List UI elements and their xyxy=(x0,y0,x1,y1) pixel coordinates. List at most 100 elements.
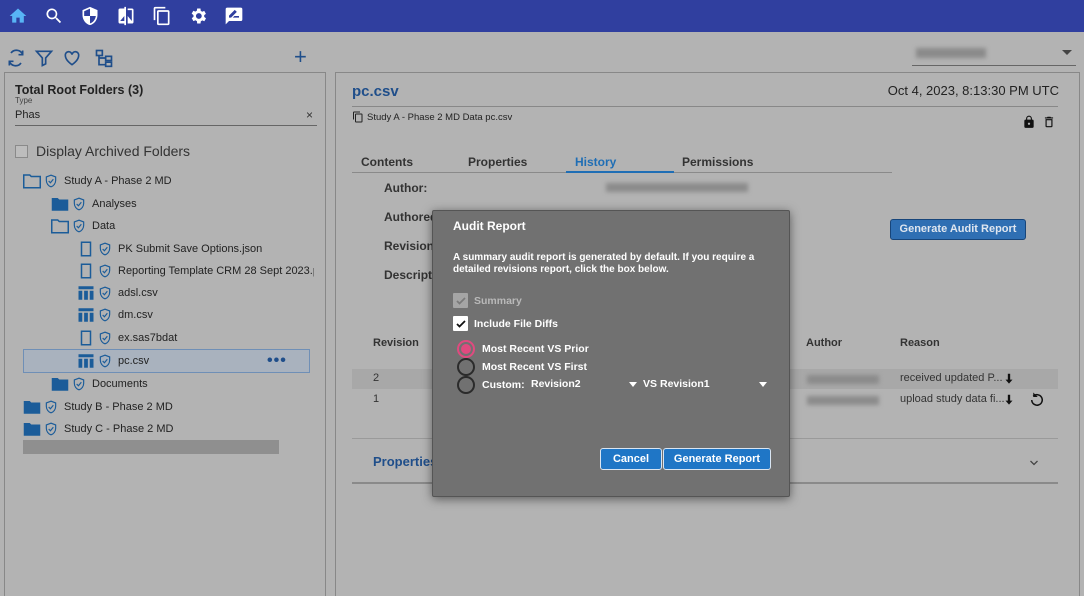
checkbox-box xyxy=(453,293,468,308)
include-file-diffs-checkbox[interactable]: Include File Diffs xyxy=(453,316,558,331)
cancel-button[interactable]: Cancel xyxy=(600,448,662,470)
revision-cell: 1 xyxy=(373,393,380,405)
custom-to-select[interactable]: Revision1 xyxy=(660,378,710,390)
radio-label: Custom: xyxy=(482,379,525,391)
tree-item[interactable]: adsl.csv xyxy=(77,283,158,303)
tree-item[interactable]: pc.csv xyxy=(77,351,149,371)
folder-filter-input[interactable]: Phas × xyxy=(15,106,317,126)
gear-icon[interactable] xyxy=(180,0,216,32)
chevron-down-icon xyxy=(1062,50,1072,55)
shield-icon[interactable] xyxy=(72,0,108,32)
search-icon[interactable] xyxy=(36,0,72,32)
file-icon xyxy=(77,330,95,346)
tree-item[interactable]: Reporting Template CRM 28 Sept 2023.pl xyxy=(77,261,314,281)
shield-check-icon xyxy=(44,174,58,188)
filter-value: Phas xyxy=(15,109,41,121)
horizontal-scrollbar[interactable] xyxy=(23,440,279,454)
tree-item-label: Reporting Template CRM 28 Sept 2023.pl xyxy=(118,265,314,277)
author-cell-redacted xyxy=(807,396,879,405)
table-icon xyxy=(77,285,95,301)
compare-icon[interactable] xyxy=(108,0,144,32)
tree-item[interactable]: PK Submit Save Options.json xyxy=(77,239,262,259)
more-options-icon[interactable]: ••• xyxy=(267,352,287,370)
download-icon[interactable] xyxy=(1002,371,1016,387)
heart-icon[interactable] xyxy=(62,48,84,70)
file-title: pc.csv xyxy=(352,83,399,100)
tree-item-label: pc.csv xyxy=(118,355,150,367)
custom-from-select[interactable]: Revision2 xyxy=(531,378,581,390)
radio-button[interactable] xyxy=(457,358,475,376)
shield-check-icon xyxy=(98,308,112,322)
author-value-redacted xyxy=(606,183,748,192)
root-folders-title: Total Root Folders (3) xyxy=(15,83,144,97)
tree-item[interactable]: Study B - Phase 2 MD xyxy=(23,397,173,417)
radio-most-recent-vs-first[interactable]: Most Recent VS First xyxy=(457,358,587,376)
copy-path-icon[interactable] xyxy=(352,111,364,123)
caret-down-icon[interactable] xyxy=(629,382,637,387)
tab-history[interactable]: History xyxy=(566,155,674,173)
display-archived-checkbox[interactable]: Display Archived Folders xyxy=(15,143,190,159)
tree-item-label: Study B - Phase 2 MD xyxy=(64,401,173,413)
tab-contents[interactable]: Contents xyxy=(361,155,413,173)
download-icon[interactable] xyxy=(1002,392,1016,408)
radio-button[interactable] xyxy=(457,376,475,394)
tree-item[interactable]: Data xyxy=(51,216,115,236)
properties-section-header[interactable]: Properties xyxy=(373,454,437,469)
include-diffs-label: Include File Diffs xyxy=(474,317,559,330)
checkbox-box[interactable] xyxy=(453,316,468,331)
hierarchy-icon[interactable] xyxy=(94,48,116,70)
tree-item-label: PK Submit Save Options.json xyxy=(118,243,263,255)
summary-label: Summary xyxy=(474,294,522,307)
folder-icon xyxy=(23,421,41,437)
path-text: Study A - Phase 2 MD Data pc.csv xyxy=(367,111,513,123)
radio-button[interactable] xyxy=(457,340,475,358)
shield-check-icon xyxy=(98,242,112,256)
add-icon[interactable]: + xyxy=(294,46,316,68)
caret-down-icon[interactable] xyxy=(759,382,767,387)
shield-check-icon xyxy=(44,400,58,414)
signature-icon[interactable] xyxy=(216,0,252,32)
tree-item[interactable]: ex.sas7bdat xyxy=(77,328,177,348)
radio-custom[interactable]: Custom: xyxy=(457,376,525,394)
tree-item[interactable]: Study C - Phase 2 MD xyxy=(23,419,173,439)
tab-properties[interactable]: Properties xyxy=(468,155,527,173)
generate-report-button[interactable]: Generate Report xyxy=(663,448,771,470)
generate-audit-report-button[interactable]: Generate Audit Report xyxy=(890,219,1026,240)
table-icon xyxy=(77,353,95,369)
tree-item-label: Documents xyxy=(92,378,148,390)
description-label: Descripti xyxy=(384,268,436,282)
radio-most-recent-vs-prior[interactable]: Most Recent VS Prior xyxy=(457,340,589,358)
tab-permissions[interactable]: Permissions xyxy=(682,155,753,173)
shield-check-icon xyxy=(72,197,86,211)
shield-check-icon xyxy=(98,264,112,278)
tree-item-label: Study A - Phase 2 MD xyxy=(64,175,172,187)
copy-icon[interactable] xyxy=(144,0,180,32)
clear-filter-icon[interactable]: × xyxy=(306,108,313,122)
restore-icon[interactable] xyxy=(1028,391,1046,409)
tree-item[interactable]: Documents xyxy=(51,374,148,394)
filter-label: Type xyxy=(15,96,33,105)
tree-item[interactable]: dm.csv xyxy=(77,305,153,325)
folder-open-icon xyxy=(23,173,41,189)
shield-check-icon xyxy=(72,219,86,233)
refresh-icon[interactable] xyxy=(6,48,28,70)
chevron-down-icon[interactable] xyxy=(1028,457,1040,469)
folder-icon xyxy=(51,196,69,212)
top-nav-bar xyxy=(0,0,1084,32)
reason-cell: received updated P... xyxy=(900,372,1003,384)
tree-item[interactable]: Study A - Phase 2 MD xyxy=(23,171,172,191)
trash-icon[interactable] xyxy=(1042,115,1056,129)
reason-column-header: Reason xyxy=(900,337,940,349)
shield-check-icon xyxy=(98,331,112,345)
revision-label: Revision xyxy=(384,239,435,253)
lock-icon[interactable] xyxy=(1022,115,1036,129)
radio-label: Most Recent VS Prior xyxy=(482,343,589,355)
filter-icon[interactable] xyxy=(34,48,56,70)
home-icon[interactable] xyxy=(0,0,36,32)
tree-item[interactable]: Analyses xyxy=(51,194,137,214)
user-dropdown[interactable] xyxy=(912,40,1076,66)
author-cell-redacted xyxy=(807,375,879,384)
toolbar: + xyxy=(0,32,1084,72)
checkbox-box[interactable] xyxy=(15,144,28,158)
author-label: Author: xyxy=(384,181,428,195)
